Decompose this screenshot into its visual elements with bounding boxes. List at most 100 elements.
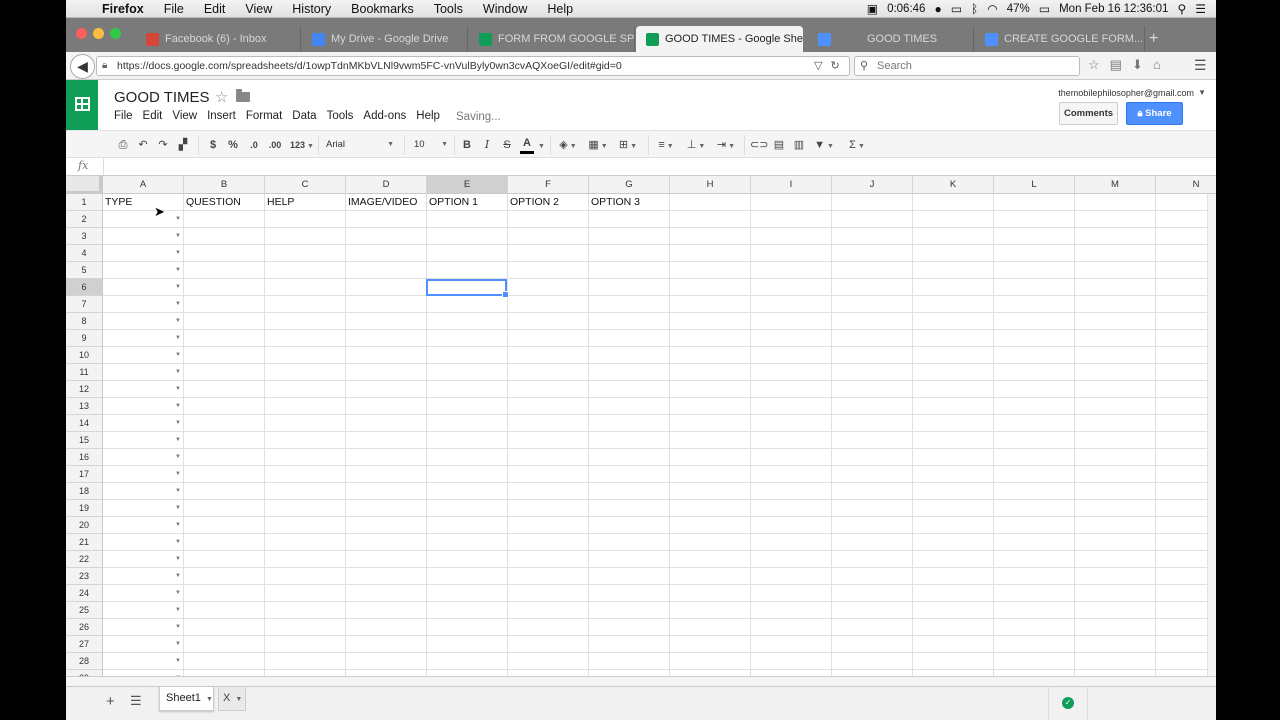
vertical-align-icon[interactable]: ⊥ ▼ xyxy=(684,136,708,154)
cell-l26[interactable] xyxy=(994,619,1075,636)
cell-m25[interactable] xyxy=(1075,602,1156,619)
cell-l13[interactable] xyxy=(994,398,1075,415)
cell-e5[interactable] xyxy=(427,262,508,279)
menu-addons[interactable]: Add-ons xyxy=(363,110,411,122)
cell-m14[interactable] xyxy=(1075,415,1156,432)
cell-d20[interactable] xyxy=(346,517,427,534)
cell-e23[interactable] xyxy=(427,568,508,585)
cell-j7[interactable] xyxy=(832,296,913,313)
cell-j12[interactable] xyxy=(832,381,913,398)
cell-i23[interactable] xyxy=(751,568,832,585)
cell-b12[interactable] xyxy=(184,381,265,398)
cell-c20[interactable] xyxy=(265,517,346,534)
cell-f11[interactable] xyxy=(508,364,589,381)
currency-format-button[interactable]: $ xyxy=(206,136,220,154)
cell-a24[interactable]: ▼ xyxy=(103,585,184,602)
cell-m13[interactable] xyxy=(1075,398,1156,415)
cell-h28[interactable] xyxy=(670,653,751,670)
all-sheets-icon[interactable]: ☰ xyxy=(130,693,142,709)
cell-f4[interactable] xyxy=(508,245,589,262)
cell-i8[interactable] xyxy=(751,313,832,330)
merge-cells-icon[interactable]: ⊞ ▼ xyxy=(614,136,642,154)
cell-h27[interactable] xyxy=(670,636,751,653)
cell-b20[interactable] xyxy=(184,517,265,534)
cell-k23[interactable] xyxy=(913,568,994,585)
row-header-20[interactable]: 20 xyxy=(66,517,103,534)
cell-b3[interactable] xyxy=(184,228,265,245)
cell-j8[interactable] xyxy=(832,313,913,330)
font-size-select[interactable]: 10 ▼ xyxy=(414,136,448,154)
validation-dropdown-icon[interactable]: ▼ xyxy=(175,313,181,329)
cell-i4[interactable] xyxy=(751,245,832,262)
row-header-8[interactable]: 8 xyxy=(66,313,103,330)
row-header-28[interactable]: 28 xyxy=(66,653,103,670)
cell-f17[interactable] xyxy=(508,466,589,483)
cell-c10[interactable] xyxy=(265,347,346,364)
cell-k16[interactable] xyxy=(913,449,994,466)
cell-g15[interactable] xyxy=(589,432,670,449)
cell-c15[interactable] xyxy=(265,432,346,449)
validation-dropdown-icon[interactable]: ▼ xyxy=(175,347,181,363)
browser-tab-active[interactable]: GOOD TIMES - Google She... ✕ xyxy=(636,26,803,52)
cell-g2[interactable] xyxy=(589,211,670,228)
cell-e15[interactable] xyxy=(427,432,508,449)
validation-dropdown-icon[interactable]: ▼ xyxy=(175,585,181,601)
column-header-f[interactable]: F xyxy=(508,176,589,194)
cell-a4[interactable]: ▼ xyxy=(103,245,184,262)
cell-l2[interactable] xyxy=(994,211,1075,228)
cell-a25[interactable]: ▼ xyxy=(103,602,184,619)
row-header-13[interactable]: 13 xyxy=(66,398,103,415)
cell-e25[interactable] xyxy=(427,602,508,619)
cell-h7[interactable] xyxy=(670,296,751,313)
row-header-6[interactable]: 6 xyxy=(66,279,103,296)
cell-k19[interactable] xyxy=(913,500,994,517)
cell-b9[interactable] xyxy=(184,330,265,347)
cell-m18[interactable] xyxy=(1075,483,1156,500)
menubar-history[interactable]: History xyxy=(282,2,341,16)
column-header-k[interactable]: K xyxy=(913,176,994,194)
cell-f26[interactable] xyxy=(508,619,589,636)
cell-g21[interactable] xyxy=(589,534,670,551)
cell-l17[interactable] xyxy=(994,466,1075,483)
cell-c27[interactable] xyxy=(265,636,346,653)
wifi-icon[interactable]: ◠ xyxy=(987,2,997,16)
row-header-26[interactable]: 26 xyxy=(66,619,103,636)
horizontal-scrollbar[interactable] xyxy=(66,676,1216,686)
cell-m6[interactable] xyxy=(1075,279,1156,296)
screen-recorder-icon[interactable]: ▣ xyxy=(867,2,878,16)
cell-e8[interactable] xyxy=(427,313,508,330)
cell-k28[interactable] xyxy=(913,653,994,670)
menubar-tools[interactable]: Tools xyxy=(424,2,473,16)
cell-h12[interactable] xyxy=(670,381,751,398)
fill-color-icon[interactable]: ◈ ▼ xyxy=(556,136,580,154)
cell-k5[interactable] xyxy=(913,262,994,279)
column-header-h[interactable]: H xyxy=(670,176,751,194)
cell-e16[interactable] xyxy=(427,449,508,466)
cell-a27[interactable]: ▼ xyxy=(103,636,184,653)
cell-k11[interactable] xyxy=(913,364,994,381)
cell-m22[interactable] xyxy=(1075,551,1156,568)
validation-dropdown-icon[interactable]: ▼ xyxy=(175,483,181,499)
cell-f2[interactable] xyxy=(508,211,589,228)
cell-k9[interactable] xyxy=(913,330,994,347)
menu-format[interactable]: Format xyxy=(246,110,287,122)
cell-k3[interactable] xyxy=(913,228,994,245)
column-header-b[interactable]: B xyxy=(184,176,265,194)
row-header-21[interactable]: 21 xyxy=(66,534,103,551)
document-title[interactable]: GOOD TIMES xyxy=(114,89,210,106)
cell-b1[interactable]: QUESTION xyxy=(184,194,265,211)
borders-icon[interactable]: ▦ ▼ xyxy=(586,136,610,154)
cell-a18[interactable]: ▼ xyxy=(103,483,184,500)
cell-g6[interactable] xyxy=(589,279,670,296)
validation-dropdown-icon[interactable]: ▼ xyxy=(175,500,181,516)
dropdown-caret-icon[interactable]: ▼ xyxy=(206,696,213,703)
cell-l21[interactable] xyxy=(994,534,1075,551)
insert-link-icon[interactable]: ⊂⊃ xyxy=(750,136,768,154)
close-window-icon[interactable] xyxy=(76,28,87,39)
cell-k25[interactable] xyxy=(913,602,994,619)
cell-e4[interactable] xyxy=(427,245,508,262)
cell-f3[interactable] xyxy=(508,228,589,245)
cell-h11[interactable] xyxy=(670,364,751,381)
cell-e9[interactable] xyxy=(427,330,508,347)
cell-m15[interactable] xyxy=(1075,432,1156,449)
